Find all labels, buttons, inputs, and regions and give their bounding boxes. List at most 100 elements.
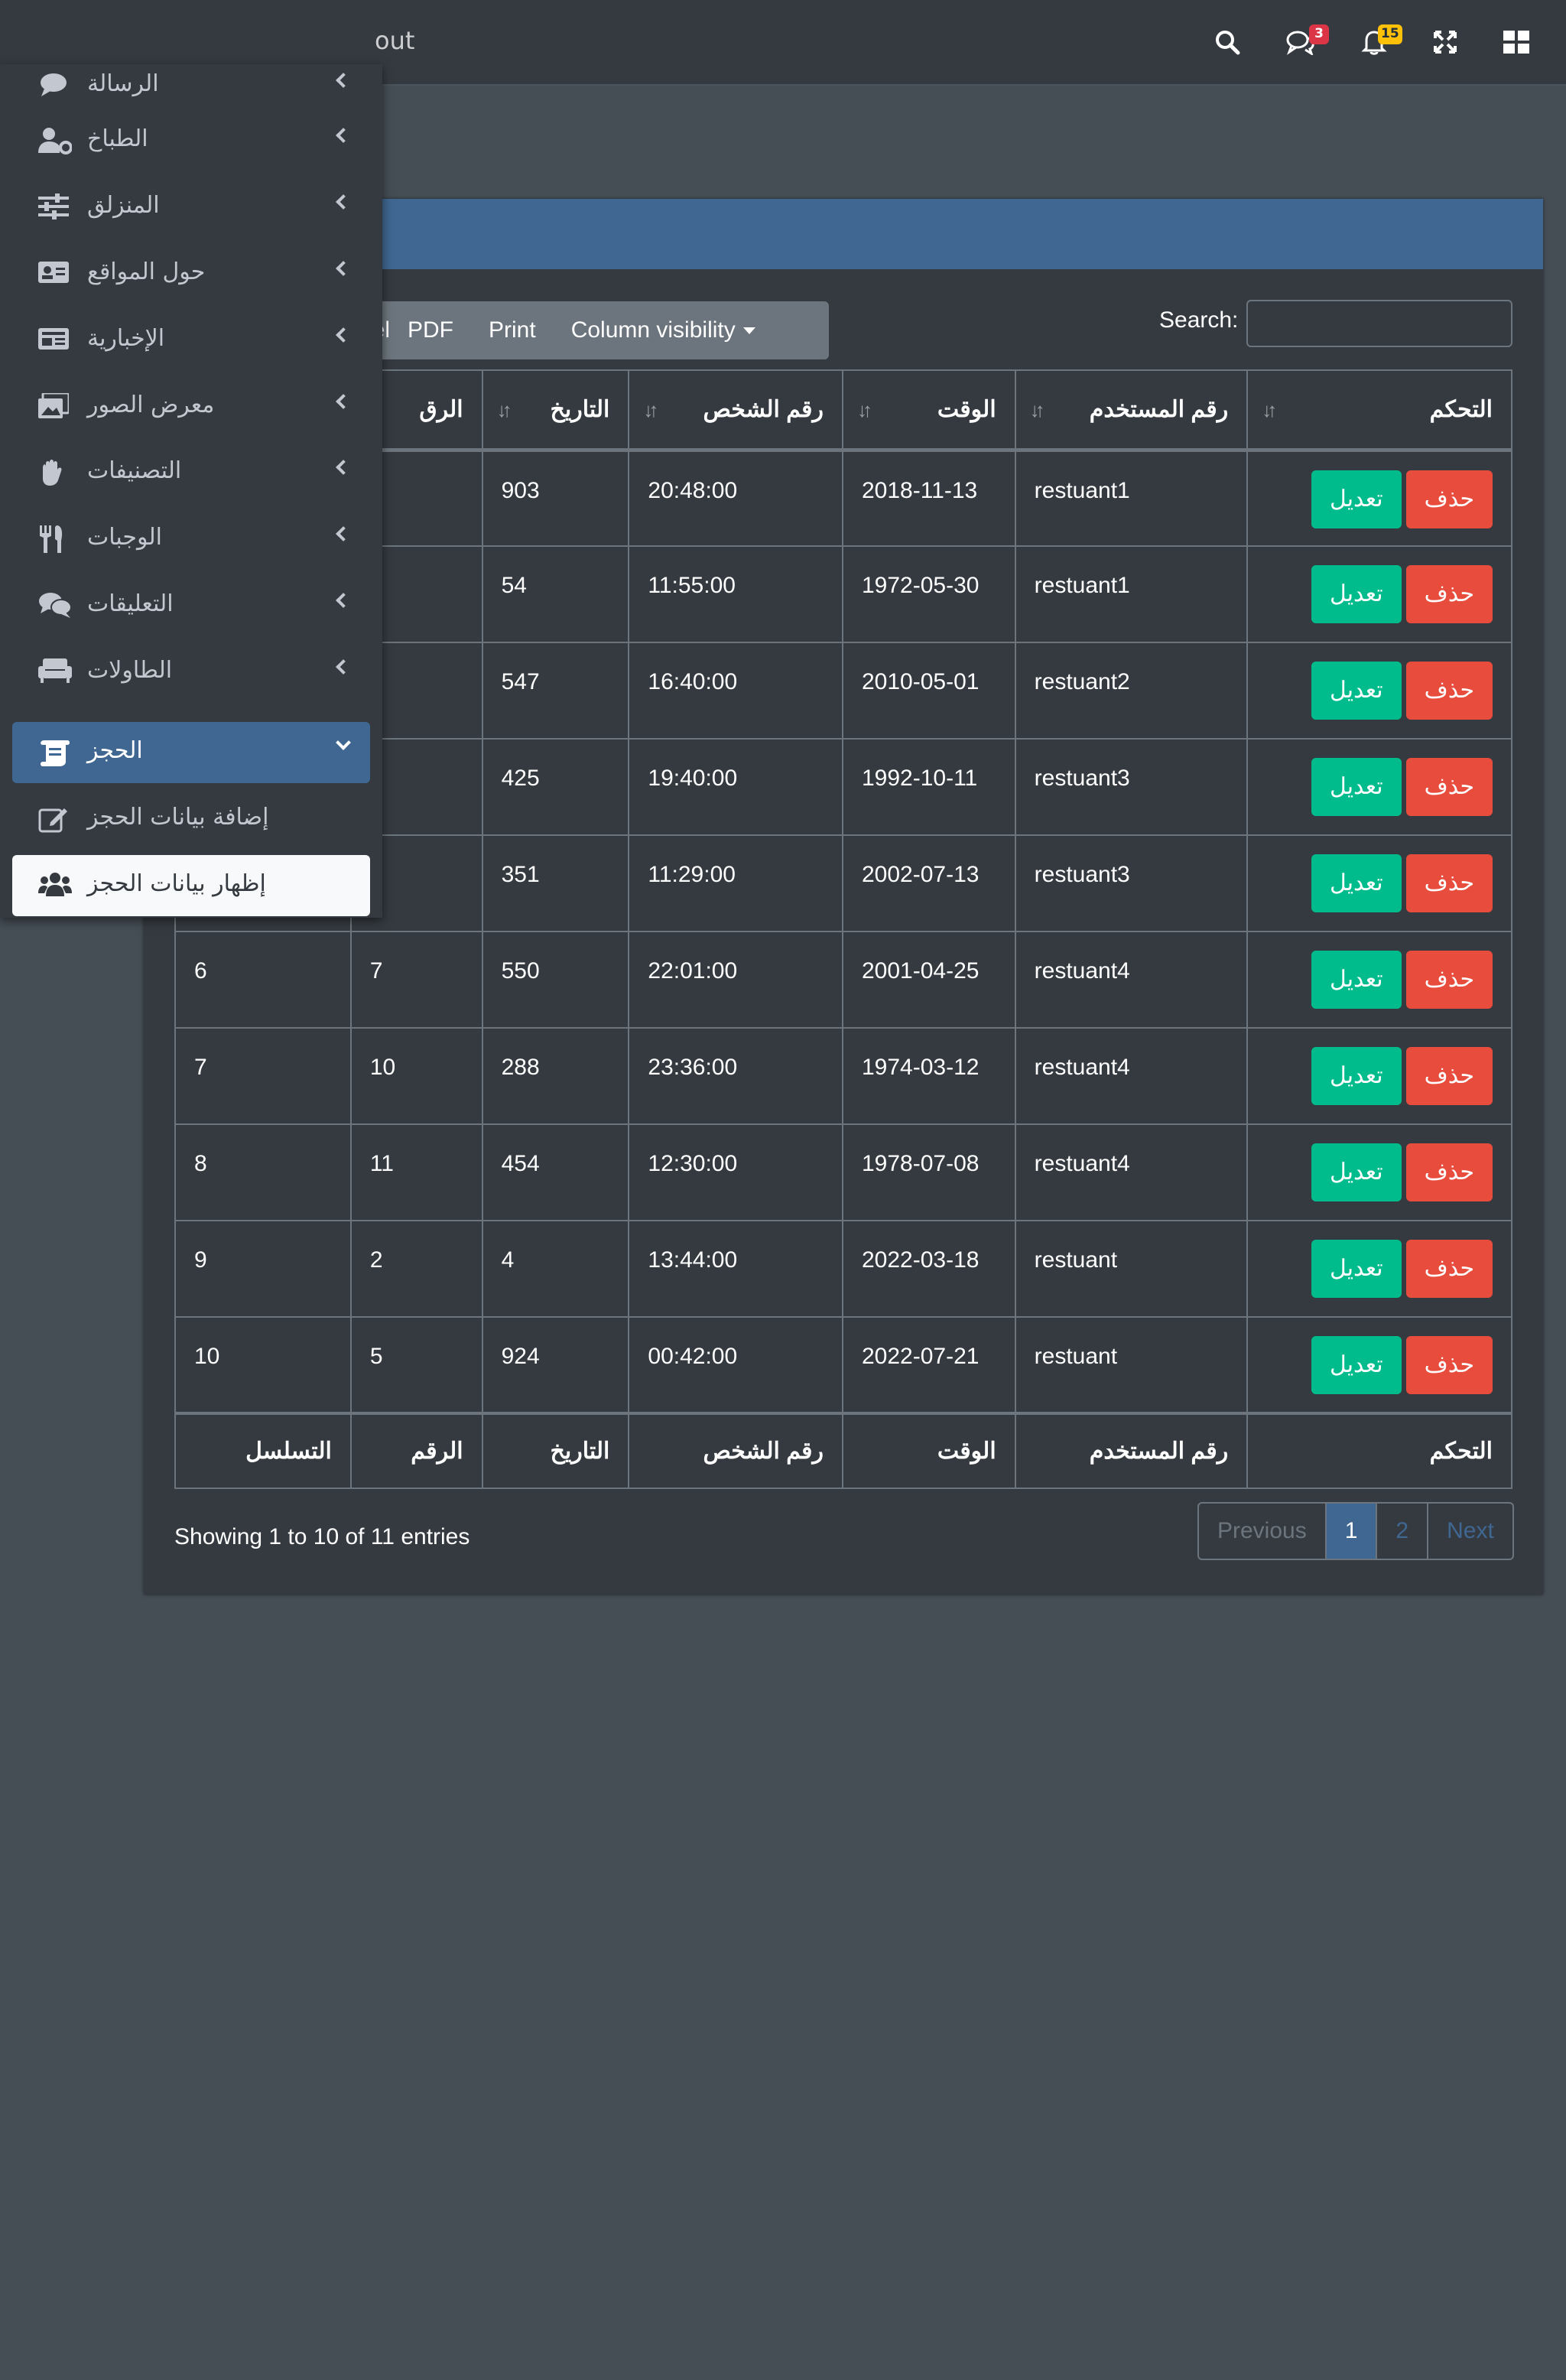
cell-date: 425 — [481, 738, 630, 836]
table-row: تعديل حذف restuant4 1974-03-12 23:36:00 288 10… — [174, 1027, 1512, 1125]
edit-button[interactable]: تعديل — [1311, 758, 1402, 816]
edit-button[interactable]: تعديل — [1311, 951, 1402, 1009]
sidebar-item-tables[interactable]: الطاولات — [12, 642, 370, 703]
cell-number: 11 — [349, 1123, 483, 1221]
edit-button[interactable]: تعديل — [1311, 1143, 1402, 1201]
sidebar-item-reservations[interactable]: الحجز — [12, 722, 370, 783]
grid-apps-icon[interactable] — [1497, 23, 1535, 61]
sidebar-item-add-reservation[interactable]: إضافة بيانات الحجز — [12, 788, 370, 850]
chevron-left-icon — [336, 526, 351, 541]
action-buttons: تعديل حذف — [1266, 1143, 1493, 1201]
cell-time: 2022-07-21 — [842, 1316, 1016, 1414]
sidebar-item-label: الطاولات — [87, 657, 173, 684]
sidebar-item-slider[interactable]: المنزلق — [12, 177, 370, 238]
sort-icon: ↑↓ — [857, 398, 872, 421]
col-header-user[interactable]: رقم المستخدم ↑↓ — [1014, 369, 1249, 452]
search-input[interactable] — [1246, 300, 1512, 347]
bell-icon[interactable]: 15 — [1355, 23, 1402, 61]
delete-button[interactable]: حذف — [1405, 470, 1493, 528]
chevron-left-icon — [336, 593, 351, 608]
cell-date: 903 — [481, 449, 630, 547]
sidebar-item-about[interactable]: حول المواقع — [12, 243, 370, 304]
row-actions: تعديل حذف — [1246, 931, 1512, 1029]
cell-person: 00:42:00 — [628, 1316, 843, 1414]
cell-number: 2 — [349, 1220, 483, 1318]
sidebar-item-show-reservations[interactable]: إظهار بيانات الحجز — [12, 855, 370, 916]
sidebar-item-label: إضافة بيانات الحجز — [87, 804, 269, 831]
delete-button[interactable]: حذف — [1405, 1336, 1493, 1394]
delete-button[interactable]: حذف — [1405, 854, 1493, 912]
pdf-button[interactable]: PDF — [390, 301, 471, 359]
print-button[interactable]: Print — [471, 301, 554, 359]
row-actions: تعديل حذف — [1246, 449, 1512, 547]
edit-button[interactable]: تعديل — [1311, 854, 1402, 912]
sidebar-item-label: الوجبات — [87, 524, 162, 551]
sidebar-item-comments[interactable]: التعليقات — [12, 575, 370, 636]
edit-button[interactable]: تعديل — [1311, 470, 1402, 528]
hand-icon — [38, 459, 69, 486]
delete-button[interactable]: حذف — [1405, 1047, 1493, 1105]
row-actions: تعديل حذف — [1246, 1316, 1512, 1414]
cell-number: 5 — [349, 1316, 483, 1414]
cell-seq: 10 — [174, 1316, 352, 1414]
delete-button[interactable]: حذف — [1405, 1240, 1493, 1298]
fullscreen-icon[interactable] — [1426, 23, 1464, 61]
sidebar-item-label: المنزلق — [87, 192, 160, 219]
cell-date: 351 — [481, 834, 630, 932]
table-row: تعديل حذف restuant4 2001-04-25 22:01:00 550 7 6 — [174, 931, 1512, 1029]
delete-button[interactable]: حذف — [1405, 758, 1493, 816]
pagination-next[interactable]: Next — [1428, 1504, 1512, 1559]
col-header-person[interactable]: رقم الشخص ↑↓ — [628, 369, 843, 452]
column-visibility-button[interactable]: Column visibility — [554, 301, 773, 359]
edit-button[interactable]: تعديل — [1311, 1047, 1402, 1105]
delete-button[interactable]: حذف — [1405, 662, 1493, 720]
sidebar-item-chefs[interactable]: الطباخ — [12, 110, 370, 171]
user-cog-icon — [38, 127, 73, 154]
sidebar-item-label: إظهار بيانات الحجز — [87, 870, 266, 897]
pagination-page-1[interactable]: 1 — [1326, 1504, 1378, 1559]
action-buttons: تعديل حذف — [1266, 1240, 1493, 1298]
cell-time: 2001-04-25 — [842, 931, 1016, 1029]
sidebar-item-messages[interactable]: الرسالة — [12, 64, 370, 116]
about-nav-link[interactable]: out — [375, 26, 414, 55]
cell-person: 22:01:00 — [628, 931, 843, 1029]
cell-person: 11:29:00 — [628, 834, 843, 932]
col-header-date[interactable]: التاريخ ↑↓ — [481, 369, 630, 452]
footer-header-person: رقم الشخص — [628, 1412, 843, 1489]
footer-header-control: التحكم — [1246, 1412, 1512, 1489]
chevron-left-icon — [336, 194, 351, 210]
sidebar-item-categories[interactable]: التصنيفات — [12, 442, 370, 503]
sort-icon: ↑↓ — [1262, 398, 1277, 421]
footer-header-number: الرقم — [349, 1412, 483, 1489]
chevron-left-icon — [336, 460, 351, 475]
delete-button[interactable]: حذف — [1405, 1143, 1493, 1201]
row-actions: تعديل حذف — [1246, 642, 1512, 740]
sidebar-item-news[interactable]: الإخبارية — [12, 310, 370, 371]
sort-icon: ↑↓ — [643, 398, 658, 421]
messages-icon[interactable]: 3 — [1282, 23, 1329, 61]
sidebar-menu: الرسالة الطباخ المنزلق حول المواقع الإخبارية… — [0, 64, 382, 918]
col-header-label: رقم المستخدم — [1089, 396, 1229, 422]
pagination-page-2[interactable]: 2 — [1377, 1504, 1429, 1559]
sidebar-item-meals[interactable]: الوجبات — [12, 509, 370, 570]
delete-button[interactable]: حذف — [1405, 565, 1493, 623]
chevron-left-icon — [336, 73, 351, 88]
pagination-previous[interactable]: Previous — [1199, 1504, 1327, 1559]
delete-button[interactable]: حذف — [1405, 951, 1493, 1009]
col-header-label: التاريخ — [550, 396, 610, 422]
cell-user: restuant4 — [1014, 1123, 1249, 1221]
sidebar-item-label: التعليقات — [87, 590, 174, 617]
edit-button[interactable]: تعديل — [1311, 1336, 1402, 1394]
search-icon[interactable] — [1208, 23, 1246, 61]
col-header-control[interactable]: التحكم ↑↓ — [1246, 369, 1512, 452]
edit-button[interactable]: تعديل — [1311, 565, 1402, 623]
sidebar-item-gallery[interactable]: معرض الصور — [12, 376, 370, 437]
edit-button[interactable]: تعديل — [1311, 1240, 1402, 1298]
cell-person: 23:36:00 — [628, 1027, 843, 1125]
utensils-icon — [38, 525, 69, 553]
users-icon — [38, 872, 72, 899]
cell-seq: 9 — [174, 1220, 352, 1318]
edit-button[interactable]: تعديل — [1311, 662, 1402, 720]
cell-date: 550 — [481, 931, 630, 1029]
col-header-time[interactable]: الوقت ↑↓ — [842, 369, 1016, 452]
